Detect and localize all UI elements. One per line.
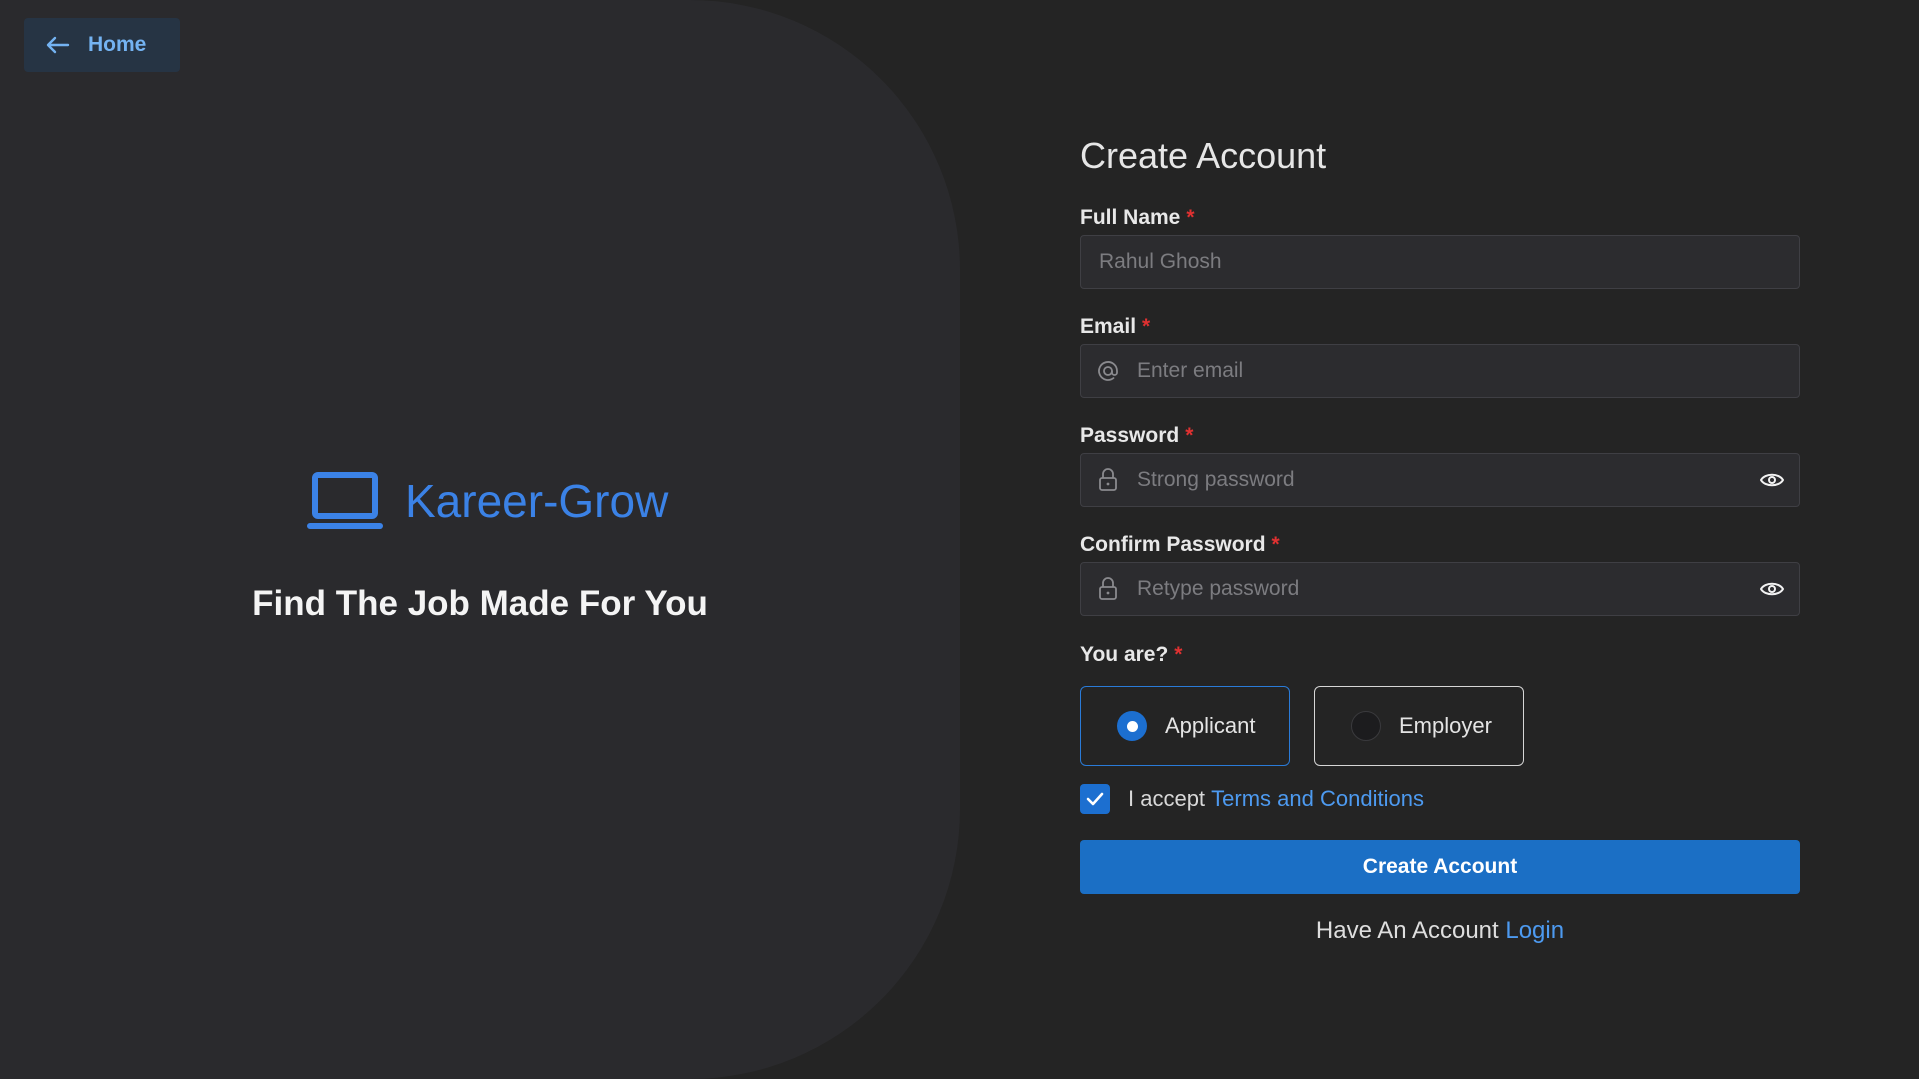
full-name-label: Full Name * bbox=[1080, 206, 1195, 229]
radio-selected[interactable] bbox=[1117, 711, 1147, 741]
required-mark: * bbox=[1186, 206, 1195, 229]
form-title: Create Account bbox=[1080, 135, 1327, 176]
role-option-applicant[interactable]: Applicant bbox=[1080, 686, 1290, 766]
home-label: Home bbox=[88, 33, 147, 56]
confirm-password-input[interactable] bbox=[1135, 562, 1745, 616]
role-option-label: Employer bbox=[1399, 713, 1492, 738]
login-link[interactable]: Login bbox=[1505, 917, 1564, 944]
required-mark: * bbox=[1142, 315, 1151, 338]
left-panel bbox=[0, 0, 960, 1079]
required-mark: * bbox=[1174, 643, 1183, 666]
terms-link[interactable]: Terms and Conditions bbox=[1211, 786, 1424, 812]
brand-name: Kareer-Grow bbox=[405, 475, 669, 527]
terms-row: I accept Terms and Conditions bbox=[1080, 784, 1424, 814]
login-prompt: Have An Account Login bbox=[1080, 917, 1800, 945]
login-prompt-text: Have An Account bbox=[1315, 917, 1499, 944]
create-account-button[interactable]: Create Account bbox=[1080, 840, 1800, 894]
required-mark: * bbox=[1185, 424, 1194, 447]
terms-checkbox[interactable] bbox=[1080, 784, 1110, 814]
password-input[interactable] bbox=[1135, 453, 1745, 507]
home-button[interactable]: Home bbox=[24, 18, 180, 72]
email-input[interactable] bbox=[1135, 344, 1799, 398]
required-mark: * bbox=[1271, 533, 1280, 556]
email-field bbox=[1080, 344, 1800, 398]
password-label: Password * bbox=[1080, 424, 1194, 447]
password-field bbox=[1080, 453, 1800, 507]
brand-logo: Kareer-Grow bbox=[305, 470, 668, 532]
confirm-password-label: Confirm Password * bbox=[1080, 533, 1280, 556]
terms-prefix: I accept bbox=[1128, 786, 1206, 811]
lock-icon bbox=[1081, 468, 1135, 492]
eye-icon[interactable] bbox=[1745, 472, 1799, 488]
radio-unselected[interactable] bbox=[1351, 711, 1381, 741]
full-name-input[interactable] bbox=[1081, 235, 1799, 289]
laptop-icon bbox=[307, 472, 383, 529]
role-option-employer[interactable]: Employer bbox=[1314, 686, 1524, 766]
email-label: Email * bbox=[1080, 315, 1151, 338]
check-icon bbox=[1086, 792, 1104, 806]
at-icon bbox=[1081, 360, 1135, 382]
eye-icon[interactable] bbox=[1745, 581, 1799, 597]
lock-icon bbox=[1081, 577, 1135, 601]
arrow-left-icon bbox=[46, 36, 70, 54]
role-option-label: Applicant bbox=[1165, 713, 1256, 738]
tagline: Find The Job Made For You bbox=[252, 584, 708, 623]
confirm-password-field bbox=[1080, 562, 1800, 616]
role-label: You are? * bbox=[1080, 643, 1183, 666]
full-name-field bbox=[1080, 235, 1800, 289]
